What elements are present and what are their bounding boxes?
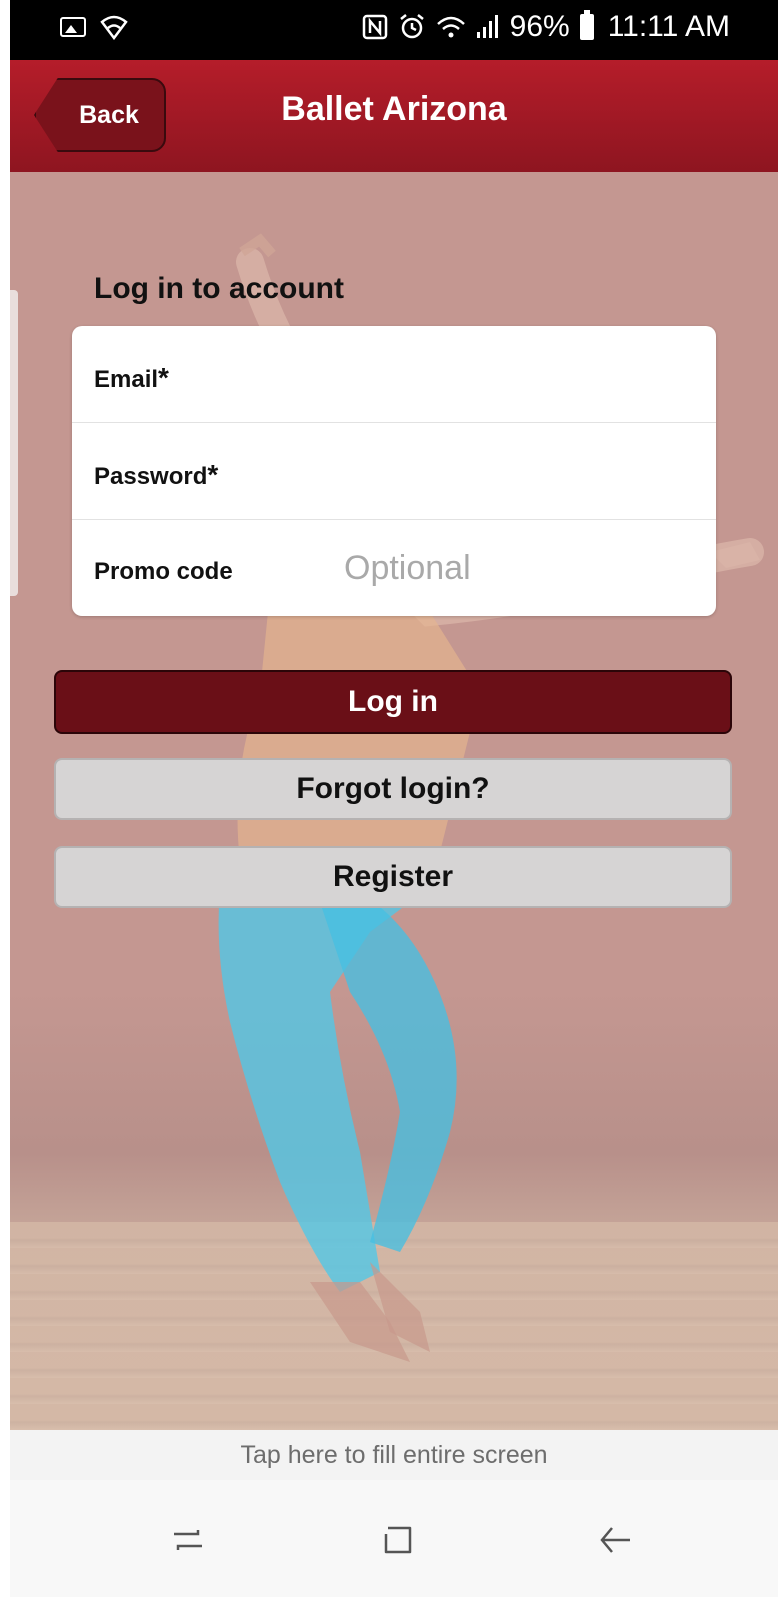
page-title: Ballet Arizona	[281, 90, 507, 128]
password-row: Password*	[72, 422, 716, 519]
fill-screen-prompt[interactable]: Tap here to fill entire screen	[10, 1430, 778, 1480]
promo-code-label: Promo code	[94, 558, 233, 585]
alarm-icon	[399, 14, 424, 39]
nfc-icon	[362, 14, 387, 40]
image-icon	[60, 17, 86, 37]
side-drawer-handle[interactable]	[10, 290, 18, 596]
password-field[interactable]	[344, 423, 716, 519]
promo-code-row: Promo code	[72, 519, 716, 616]
promo-code-field[interactable]	[344, 520, 716, 616]
login-form: Email* Password* Promo code	[72, 326, 716, 616]
status-bar: 96% 11:11 AM	[10, 0, 778, 60]
register-button[interactable]: Register	[54, 846, 732, 908]
signal-icon	[476, 15, 498, 38]
form-title: Log in to account	[94, 272, 344, 305]
password-label: Password*	[94, 459, 219, 490]
status-left-icons	[60, 14, 128, 40]
forgot-login-button[interactable]: Forgot login?	[54, 758, 732, 820]
email-row: Email*	[72, 326, 716, 422]
system-nav-bar	[10, 1480, 778, 1597]
home-icon[interactable]	[368, 1510, 428, 1570]
app-header: Back Ballet Arizona	[10, 60, 778, 174]
back-arrow-icon[interactable]	[586, 1510, 646, 1570]
login-button[interactable]: Log in	[54, 670, 732, 734]
email-label: Email*	[94, 362, 169, 393]
status-right-icons: 96% 11:11 AM	[362, 10, 730, 44]
battery-percent: 96%	[509, 10, 570, 43]
wifi-icon	[100, 15, 128, 40]
battery-icon	[579, 10, 594, 40]
recent-apps-icon[interactable]	[158, 1510, 218, 1570]
email-field[interactable]	[344, 326, 716, 422]
wifi-call-icon	[436, 16, 465, 38]
clock: 11:11 AM	[607, 10, 730, 43]
